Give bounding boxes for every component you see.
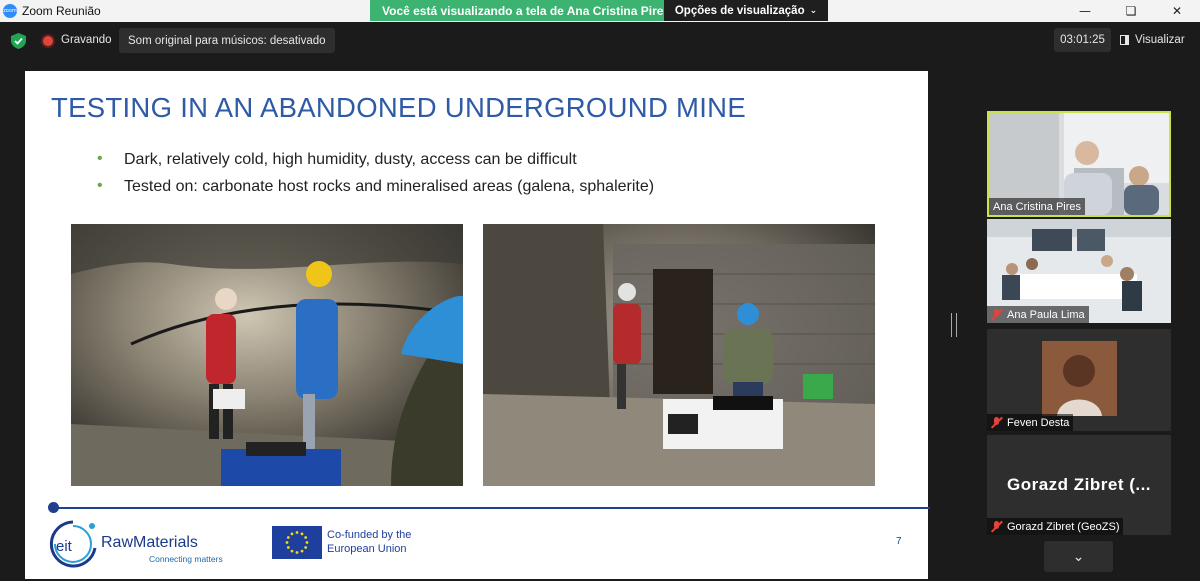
slide-footer-dot xyxy=(48,502,59,513)
bullet-item: Tested on: carbonate host rocks and mine… xyxy=(97,177,654,196)
muted-mic-icon xyxy=(991,417,1002,428)
panel-resize-handle[interactable] xyxy=(951,313,957,337)
restore-button[interactable]: ❏ xyxy=(1108,0,1154,22)
view-button-label: Visualizar xyxy=(1135,34,1185,46)
recording-label: Gravando xyxy=(61,34,112,46)
participant-avatar-name: Gorazd Zibret (... xyxy=(1006,475,1152,494)
original-sound-toggle[interactable]: Som original para músicos: desativado xyxy=(119,28,335,53)
share-message: Você está visualizando a tela de Ana Cri… xyxy=(382,3,671,18)
eit-prefix: eit xyxy=(56,538,72,555)
zoom-logo-icon: zoom xyxy=(3,4,17,18)
muted-mic-icon xyxy=(991,309,1002,320)
participant-name: Feven Desta xyxy=(987,414,1074,431)
window-controls: — ❏ ✕ xyxy=(1062,0,1200,22)
slide-page-number: 7 xyxy=(896,536,902,547)
close-button[interactable]: ✕ xyxy=(1154,0,1200,22)
participant-tile-2[interactable]: Ana Paula Lima xyxy=(987,219,1171,323)
mine-photo-right xyxy=(483,224,875,486)
view-button[interactable]: Visualizar xyxy=(1120,28,1185,52)
participant-name: Ana Paula Lima xyxy=(987,306,1089,323)
view-layout-icon xyxy=(1120,35,1129,45)
slide-footer-line xyxy=(53,507,930,509)
view-options-button[interactable]: Opções de visualização ⌄ xyxy=(664,0,828,21)
participant-tile-3[interactable]: Feven Desta xyxy=(987,329,1171,431)
eu-line-2: European Union xyxy=(327,542,407,555)
eu-funding-text: Co-funded by the European Union xyxy=(327,529,411,556)
participant-tile-4[interactable]: Gorazd Zibret (... Gorazd Zibret (GeoZS) xyxy=(987,435,1171,535)
muted-mic-icon xyxy=(991,521,1002,532)
chevron-down-icon: ⌄ xyxy=(809,5,818,16)
brand-tagline: Connecting matters xyxy=(149,554,223,564)
slide-title: TESTING IN AN ABANDONED UNDERGROUND MINE xyxy=(51,92,746,123)
meeting-timer: 03:01:25 xyxy=(1054,28,1111,52)
scroll-down-button[interactable]: ⌄ xyxy=(1044,541,1113,572)
shared-screen-slide: TESTING IN AN ABANDONED UNDERGROUND MINE… xyxy=(25,71,930,579)
participant-tile-1[interactable]: Ana Cristina Pires xyxy=(987,111,1171,217)
eu-line-1: Co-funded by the xyxy=(327,529,412,541)
security-shield-icon[interactable] xyxy=(11,33,26,49)
eu-flag-icon xyxy=(272,526,322,559)
share-status: Você está visualizando a tela de Ana Cri… xyxy=(370,0,670,21)
participant-name: Gorazd Zibret (GeoZS) xyxy=(987,518,1124,535)
chevron-down-icon: ⌄ xyxy=(1072,548,1085,565)
participant-name: Ana Cristina Pires xyxy=(989,198,1086,215)
recording-icon xyxy=(43,36,53,46)
share-banner: Você está visualizando a tela de Ana Cri… xyxy=(370,0,828,21)
meeting-toolbar: Gravando Som original para músicos: desa… xyxy=(0,22,1200,60)
window-title: Zoom Reunião xyxy=(22,4,101,18)
view-options-label: Opções de visualização xyxy=(674,4,805,17)
bullet-item: Dark, relatively cold, high humidity, du… xyxy=(97,150,654,169)
slide-bullets: Dark, relatively cold, high humidity, du… xyxy=(97,150,654,205)
brand-name: RawMaterials xyxy=(101,534,198,551)
mine-photo-left xyxy=(71,224,463,486)
minimize-button[interactable]: — xyxy=(1062,0,1108,22)
